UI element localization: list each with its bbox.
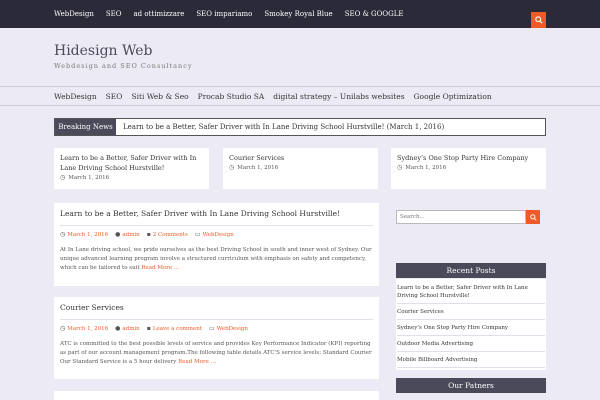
sidebar-search: [396, 210, 546, 224]
site-title[interactable]: Hidesign Web: [54, 43, 153, 59]
recent-post-link[interactable]: Mobile Billboard Advertising: [397, 355, 545, 368]
main-nav-item[interactable]: SEO: [106, 92, 123, 101]
featured-date: March 1, 2016: [68, 174, 110, 181]
post-meta: ◷ March 1, 2016 ● admin ▪ 2 Comments ▭ WebDe…: [60, 231, 373, 238]
post-title[interactable]: Courier Services: [60, 303, 373, 312]
featured-title[interactable]: Sydney’s One Stop Party Hire Company: [397, 153, 540, 163]
top-bar: WebDesign SEO ad ottimizzare SEO imparia…: [0, 0, 600, 28]
recent-posts-heading: Recent Posts: [396, 263, 546, 278]
divider: [60, 319, 373, 320]
main-nav-item[interactable]: WebDesign: [54, 92, 97, 101]
clock-icon: ◷: [60, 325, 66, 332]
post-category[interactable]: WebDesign: [217, 326, 248, 332]
clock-icon: ◷: [60, 174, 66, 181]
post-card: Courier Services ◷ March 1, 2016 ● admin ▪…: [54, 297, 379, 379]
recent-posts-list: Learn to be a Better, Safer Driver with …: [396, 279, 546, 370]
top-nav-item[interactable]: Smokey Royal Blue: [264, 10, 332, 18]
breaking-news-ticker: Breaking News Learn to be a Better, Safe…: [54, 118, 546, 136]
featured-meta: ◷ March 1, 2016: [397, 164, 540, 171]
comment-icon: ▪: [146, 325, 151, 332]
post-comments[interactable]: 2 Comments: [153, 232, 188, 238]
featured-date: March 1, 2016: [405, 164, 447, 171]
site-tagline: Webdesign and SEO Consultancy: [54, 62, 193, 70]
recent-post-link[interactable]: Outdoor Media Advertising: [397, 339, 545, 352]
read-more-link[interactable]: Read More …: [178, 359, 216, 365]
post-date[interactable]: March 1, 2016: [67, 232, 108, 238]
post-comments[interactable]: Leave a comment: [153, 326, 202, 332]
search-icon: [534, 16, 543, 24]
breaking-news-label: Breaking News: [55, 119, 116, 135]
post-excerpt: At In Lane driving school, we pride ours…: [60, 246, 373, 273]
top-nav-item[interactable]: SEO: [106, 10, 122, 18]
top-nav: WebDesign SEO ad ottimizzare SEO imparia…: [54, 0, 415, 28]
main-nav-item[interactable]: Google Optimization: [414, 92, 492, 101]
main-nav-item[interactable]: digital strategy – Unilabs websites: [273, 92, 404, 101]
post-author[interactable]: admin: [122, 326, 139, 332]
featured-card[interactable]: Learn to be a Better, Safer Driver with …: [54, 148, 209, 189]
user-icon: ●: [115, 231, 121, 238]
featured-title[interactable]: Learn to be a Better, Safer Driver with …: [60, 153, 203, 173]
recent-post-link[interactable]: Sydney’s One Stop Party Hire Company: [397, 323, 545, 336]
clock-icon: ◷: [60, 231, 66, 238]
post-card: Learn to be a Better, Safer Driver with …: [54, 203, 379, 286]
search-icon: [529, 213, 537, 221]
top-nav-item[interactable]: SEO & GOOGLE: [345, 10, 404, 18]
post-excerpt: ATC is committed to the best possible le…: [60, 340, 373, 367]
featured-card[interactable]: Courier Services ◷ March 1, 2016: [223, 148, 378, 189]
main-nav: WebDesign SEO Siti Web & Seo Procab Stud…: [0, 86, 600, 106]
featured-meta: ◷ March 1, 2016: [60, 174, 203, 181]
post-date[interactable]: March 1, 2016: [67, 326, 108, 332]
recent-post-link[interactable]: Learn to be a Better, Safer Driver with …: [397, 283, 545, 304]
folder-icon: ▭: [194, 231, 201, 238]
top-search-button[interactable]: [531, 12, 546, 28]
folder-icon: ▭: [208, 325, 215, 332]
partners-heading: Our Patners: [396, 378, 546, 393]
featured-date: March 1, 2016: [237, 164, 279, 171]
top-nav-item[interactable]: WebDesign: [54, 10, 94, 18]
recent-post-link[interactable]: Courier Services: [397, 307, 545, 320]
post-excerpt-text: At In Lane driving school, we pride ours…: [60, 247, 372, 271]
read-more-link[interactable]: Read More …: [141, 265, 179, 271]
featured-meta: ◷ March 1, 2016: [229, 164, 372, 171]
search-submit-button[interactable]: [526, 210, 540, 224]
post-meta: ◷ March 1, 2016 ● admin ▪ Leave a comment ▭…: [60, 325, 373, 332]
featured-card[interactable]: Sydney’s One Stop Party Hire Company ◷ Ma…: [391, 148, 546, 189]
comment-icon: ▪: [146, 231, 151, 238]
search-input[interactable]: [396, 210, 526, 224]
main-nav-item[interactable]: Siti Web & Seo: [131, 92, 188, 101]
post-card: [54, 391, 379, 400]
top-nav-item[interactable]: ad ottimizzare: [133, 10, 184, 18]
top-nav-item[interactable]: SEO impariamo: [196, 10, 252, 18]
clock-icon: ◷: [229, 164, 235, 171]
user-icon: ●: [115, 325, 121, 332]
breaking-news-link[interactable]: Learn to be a Better, Safer Driver with …: [123, 119, 444, 135]
post-author[interactable]: admin: [122, 232, 139, 238]
post-title[interactable]: Learn to be a Better, Safer Driver with …: [60, 209, 373, 218]
divider: [60, 225, 373, 226]
featured-title[interactable]: Courier Services: [229, 153, 372, 163]
post-category[interactable]: WebDesign: [203, 232, 234, 238]
main-nav-item[interactable]: Procab Studio SA: [198, 92, 265, 101]
clock-icon: ◷: [397, 164, 403, 171]
